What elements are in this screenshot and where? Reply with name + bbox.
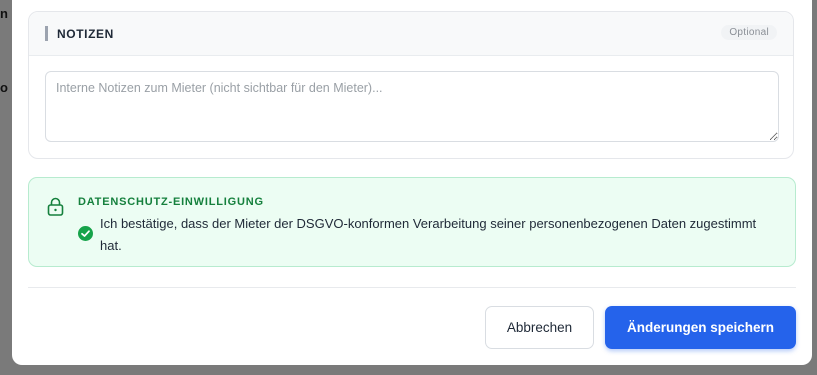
privacy-consent-box: DATENSCHUTZ-EINWILLIGUNG Ich bestätige, …	[28, 177, 796, 267]
backdrop-text-fragment: n	[0, 6, 8, 21]
notes-textarea[interactable]	[45, 71, 779, 142]
footer-divider	[28, 287, 796, 288]
save-changes-button[interactable]: Änderungen speichern	[605, 306, 796, 349]
lock-icon	[47, 197, 64, 216]
backdrop-text-fragment: o	[0, 80, 8, 95]
section-accent-bar	[45, 26, 48, 41]
edit-tenant-modal: NOTIZEN Optional DATENSCHUTZ-EINWILLIGUN…	[12, 0, 812, 365]
notes-title: NOTIZEN	[57, 27, 114, 41]
notes-section: NOTIZEN Optional	[28, 11, 794, 159]
notes-header: NOTIZEN Optional	[29, 12, 793, 56]
optional-badge: Optional	[721, 25, 777, 40]
consent-text: Ich bestätige, dass der Mieter der DSGVO…	[100, 216, 757, 253]
cancel-button[interactable]: Abbrechen	[485, 306, 594, 349]
consent-title: DATENSCHUTZ-EINWILLIGUNG	[78, 196, 264, 208]
check-circle-icon	[78, 226, 93, 241]
